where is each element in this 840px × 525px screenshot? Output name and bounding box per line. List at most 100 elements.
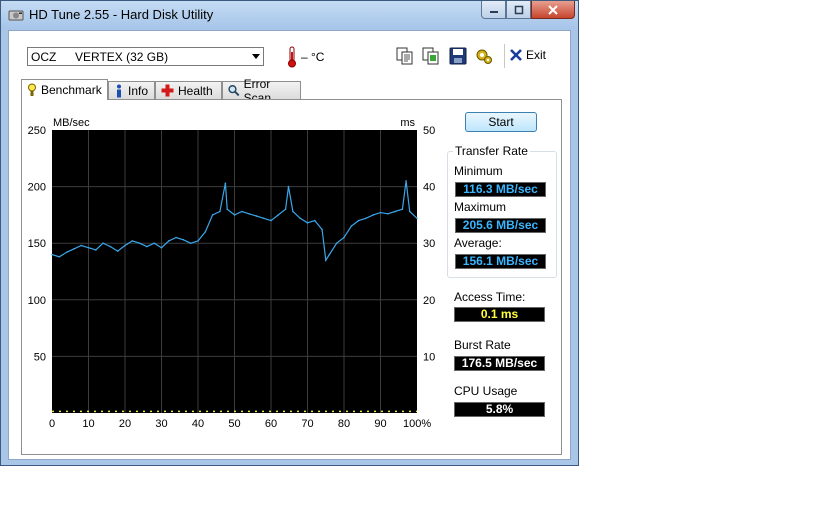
maximize-icon [514, 5, 523, 14]
app-icon [8, 10, 24, 21]
transfer-rate-point [321, 228, 323, 231]
toolbar: OCZ VERTEX (32 GB) – °C Exit [9, 31, 570, 81]
transfer-rate-group: Transfer Rate Minimum 116.3 MB/sec Maxim… [447, 144, 557, 278]
y-tick-label-left: 50 [34, 351, 46, 363]
y-tick-label-right: 50 [423, 125, 435, 137]
x-tick-label: 30 [155, 418, 167, 430]
tab-benchmark[interactable]: Benchmark [21, 79, 108, 100]
tab-health[interactable]: Health [155, 81, 222, 99]
burst-rate-value: 176.5 MB/sec [454, 356, 545, 371]
transfer-rate-point [350, 225, 353, 228]
caption-buttons [481, 1, 575, 21]
save-button[interactable] [448, 46, 468, 66]
exit-button[interactable]: Exit [509, 48, 546, 62]
x-tick-label: 50 [228, 418, 240, 430]
client-area: OCZ VERTEX (32 GB) – °C Exit Benchmark I… [8, 30, 571, 460]
close-icon [548, 4, 558, 15]
minimum-label: Minimum [454, 164, 503, 178]
transfer-rate-point [87, 246, 90, 249]
thermometer-icon [288, 46, 296, 68]
transfer-rate-point [416, 217, 418, 220]
transfer-rate-point [182, 239, 185, 241]
close-button[interactable] [531, 1, 575, 19]
drive-model: VERTEX (32 GB) [75, 49, 169, 64]
copy-info-button[interactable] [395, 46, 415, 66]
options-button[interactable] [474, 46, 494, 66]
y-axis-left-title: MB/sec [53, 117, 90, 129]
transfer-rate-point [314, 219, 316, 222]
transfer-rate-title: Transfer Rate [453, 144, 530, 158]
copy-screenshot-button[interactable] [421, 46, 441, 66]
cpu-usage-value: 5.8% [454, 402, 545, 417]
maximize-button[interactable] [506, 1, 531, 19]
tab-benchmark-label: Benchmark [41, 83, 102, 97]
transfer-rate-point [124, 244, 126, 247]
transfer-rate-point [357, 219, 360, 222]
x-tick-label: 70 [301, 418, 313, 430]
y-tick-label-left: 250 [28, 125, 46, 137]
transfer-rate-point [284, 208, 287, 211]
benchmark-icon [28, 83, 36, 96]
x-tick-label: 90 [374, 418, 386, 430]
transfer-rate-point [233, 214, 236, 216]
transfer-rate-point [401, 208, 404, 211]
benchmark-chart: MB/sec ms 50 100 150 200 250 10 20 30 40 50 0 10 20 30 4… [28, 117, 436, 430]
maximum-value: 205.6 MB/sec [455, 218, 546, 233]
transfer-rate-point [51, 253, 53, 256]
x-tick-label: 100% [403, 418, 431, 430]
transfer-rate-point [248, 212, 250, 215]
window-title: HD Tune 2.55 - Hard Disk Utility [29, 7, 214, 22]
x-tick-label: 40 [192, 418, 204, 430]
tab-health-label: Health [178, 83, 213, 98]
start-button[interactable]: Start [465, 112, 537, 132]
transfer-rate-point [372, 214, 375, 216]
transfer-rate-point [277, 214, 280, 216]
info-icon [117, 84, 121, 97]
transfer-rate-point [262, 217, 265, 220]
transfer-rate-point [65, 251, 68, 254]
transfer-rate-point [408, 210, 411, 213]
average-label: Average: [454, 236, 502, 250]
access-time-label: Access Time: [454, 290, 526, 304]
title-bar[interactable]: HD Tune 2.55 - Hard Disk Utility [1, 1, 578, 29]
transfer-rate-point [131, 240, 134, 242]
transfer-rate-point [138, 242, 141, 244]
minimum-value: 116.3 MB/sec [455, 182, 546, 197]
options-icon [476, 49, 492, 64]
transfer-rate-point [405, 180, 407, 182]
y-tick-label-right: 30 [423, 238, 435, 250]
copy-info-icon [396, 47, 413, 65]
transfer-rate-point [335, 242, 338, 244]
transfer-rate-point [153, 242, 155, 244]
y-axis-right-title: ms [400, 117, 415, 129]
transfer-rate-point [58, 255, 61, 258]
error-scan-icon [228, 85, 240, 97]
transfer-rate-point [168, 240, 170, 242]
transfer-rate-point [255, 215, 258, 217]
x-tick-label: 60 [265, 418, 277, 430]
transfer-rate-point [270, 219, 272, 222]
transfer-rate-point [241, 210, 243, 213]
y-tick-label-left: 150 [28, 238, 46, 250]
y-tick-label-right: 10 [423, 351, 435, 363]
transfer-rate-point [343, 236, 345, 239]
transfer-rate-point [306, 222, 309, 224]
transfer-rate-point [226, 208, 228, 211]
copy-screenshot-icon [422, 47, 439, 65]
exit-icon [510, 49, 522, 61]
cpu-usage-label: CPU Usage [454, 384, 518, 398]
transfer-rate-point [328, 253, 331, 256]
transfer-rate-point [109, 245, 112, 248]
tab-info[interactable]: Info [108, 81, 155, 99]
tab-error-scan[interactable]: Error Scan [222, 77, 301, 105]
transfer-rate-point [95, 249, 97, 251]
transfer-rate-point [379, 211, 382, 214]
minimize-button[interactable] [481, 1, 506, 19]
x-tick-label: 10 [82, 418, 94, 430]
transfer-rate-point [197, 240, 199, 242]
health-icon [161, 84, 174, 97]
drive-name: OCZ [31, 49, 57, 64]
transfer-rate-point [204, 231, 207, 233]
drive-select[interactable]: OCZ VERTEX (32 GB) [27, 47, 264, 66]
minimize-icon [489, 10, 498, 13]
